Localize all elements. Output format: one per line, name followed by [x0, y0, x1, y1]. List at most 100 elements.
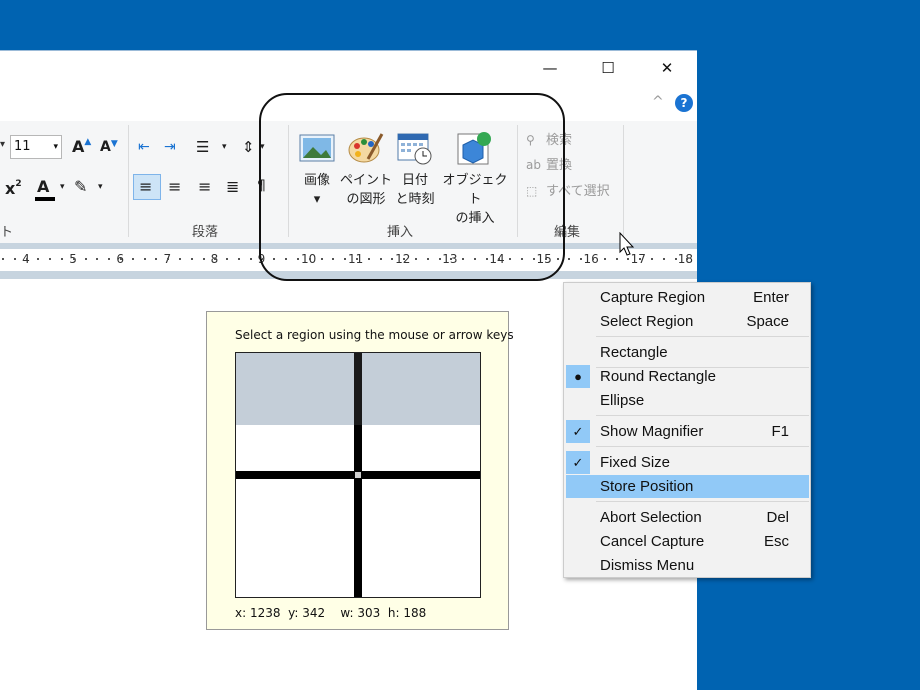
align-left-icon: ≡: [139, 177, 153, 196]
menu-item-label: Show Magnifier: [600, 423, 704, 440]
ruler-tick: [214, 258, 216, 260]
radio-dot-icon: ●: [566, 365, 590, 388]
menu-item-store-position[interactable]: Store Position: [566, 475, 809, 498]
menu-item-capture-region[interactable]: Capture Region Enter: [566, 286, 809, 309]
ruler-tick: [14, 258, 16, 260]
maximize-button[interactable]: ☐: [585, 51, 631, 87]
ruler-tick: [155, 258, 157, 260]
menu-separator: [596, 336, 809, 337]
menu-item-shortcut: Esc: [763, 533, 789, 550]
menu-item-label: Round Rectangle: [600, 368, 716, 385]
shrink-font-icon[interactable]: A▼: [100, 139, 118, 155]
font-size-select[interactable]: 11 ▾: [10, 135, 62, 159]
highlighter-icon[interactable]: ✎: [74, 177, 87, 196]
ruler-tick: [663, 258, 665, 260]
decrease-indent-icon[interactable]: ⇤: [138, 139, 150, 155]
help-icon: ?: [680, 96, 688, 110]
ruler-tick: [250, 258, 252, 260]
menu-separator: [596, 367, 809, 368]
minimize-icon: —: [542, 59, 558, 77]
menu-item-label: Fixed Size: [600, 454, 671, 471]
ruler-tick: [144, 258, 146, 260]
line-spacing-icon[interactable]: ⇕: [242, 138, 255, 156]
crosshair-vertical-top: [354, 353, 362, 425]
ruler-tick: [616, 258, 618, 260]
menu-item-label: Ellipse: [600, 392, 645, 409]
group-label-font: ト: [0, 225, 14, 240]
checkmark-icon: ✓: [566, 451, 590, 474]
ruler-tick: [37, 258, 39, 260]
menu-item-shortcut: Del: [766, 509, 789, 526]
ruler-tick: [604, 258, 606, 260]
menu-item-label: Abort Selection: [600, 509, 702, 526]
ruler-tick: [167, 258, 169, 260]
ruler-tick: [592, 258, 594, 260]
align-right-icon[interactable]: ≡: [198, 177, 211, 196]
ruler-tick: [580, 258, 582, 260]
menu-item-show-magnifier[interactable]: ✓ Show Magnifier F1: [566, 420, 809, 443]
ruler-tick: [226, 258, 228, 260]
chevron-down-icon[interactable]: ▾: [222, 142, 227, 152]
menu-item-rectangle[interactable]: Rectangle: [566, 341, 809, 364]
collapse-ribbon-button[interactable]: ^: [652, 94, 664, 110]
capture-overlay: Select a region using the mouse or arrow…: [206, 311, 514, 630]
minimize-button[interactable]: —: [527, 51, 573, 87]
superscript-icon[interactable]: x2: [5, 179, 22, 198]
ruler-tick: [132, 258, 134, 260]
bullet-list-icon[interactable]: ☰: [196, 138, 209, 156]
menu-separator: [596, 415, 809, 416]
ruler-tick: [61, 258, 63, 260]
menu-item-shortcut: F1: [771, 423, 789, 440]
font-name-dropdown-arrow[interactable]: ▾: [0, 139, 5, 150]
crosshair-center: [355, 472, 361, 478]
ruler-tick: [73, 258, 75, 260]
menu-item-label: Dismiss Menu: [600, 557, 695, 574]
menu-item-cancel-capture[interactable]: Cancel Capture Esc: [566, 530, 809, 553]
grow-font-icon[interactable]: A▲: [72, 137, 91, 156]
ruler-tick: [238, 258, 240, 260]
menu-item-ellipse[interactable]: Ellipse: [566, 389, 809, 412]
ruler-tick: [26, 258, 28, 260]
chevron-down-icon: ▾: [53, 142, 58, 152]
menu-item-label: Capture Region: [600, 289, 706, 306]
close-icon: ✕: [660, 59, 674, 77]
ruler-tick: [85, 258, 87, 260]
maximize-icon: ☐: [601, 59, 615, 77]
capture-hint: Select a region using the mouse or arrow…: [235, 328, 514, 342]
highlight-callout: [259, 93, 565, 281]
menu-item-shortcut: Enter: [753, 289, 789, 306]
ruler-tick: [49, 258, 51, 260]
group-label-paragraph: 段落: [192, 225, 219, 240]
menu-item-round-rectangle[interactable]: ● Round Rectangle: [566, 365, 809, 388]
menu-separator: [596, 446, 809, 447]
ruler-tick: [675, 258, 677, 260]
ruler-tick: [639, 258, 641, 260]
chevron-down-icon[interactable]: ▾: [60, 182, 65, 192]
mouse-cursor-icon: [619, 232, 635, 256]
menu-item-label: Rectangle: [600, 344, 668, 361]
ruler-tick: [651, 258, 653, 260]
font-color-icon[interactable]: A: [37, 177, 49, 196]
font-size-value: 11: [14, 139, 31, 154]
ruler-tick: [96, 258, 98, 260]
help-button[interactable]: ?: [675, 94, 693, 112]
ruler-tick: [568, 258, 570, 260]
menu-item-select-region[interactable]: Select Region Space: [566, 310, 809, 333]
ruler-tick: [203, 258, 205, 260]
menu-item-shortcut: Space: [746, 313, 789, 330]
increase-indent-icon[interactable]: ⇥: [164, 139, 176, 155]
selection-coordinates: x: 1238 y: 342 w: 303 h: 188: [235, 606, 427, 620]
ruler-tick: [120, 258, 122, 260]
align-center-icon[interactable]: ≡: [168, 177, 181, 196]
chevron-down-icon[interactable]: ▾: [98, 182, 103, 192]
ruler-tick: [686, 258, 688, 260]
menu-item-label: Store Position: [600, 478, 694, 495]
title-bar: — ☐ ✕: [0, 51, 697, 89]
menu-item-fixed-size[interactable]: ✓ Fixed Size: [566, 451, 809, 474]
ruler-tick: [191, 258, 193, 260]
justify-icon[interactable]: ≣: [226, 177, 239, 196]
close-button[interactable]: ✕: [644, 51, 690, 87]
menu-item-abort-selection[interactable]: Abort Selection Del: [566, 506, 809, 529]
menu-item-dismiss-menu[interactable]: Dismiss Menu: [566, 554, 809, 577]
chevron-up-icon: ^: [652, 94, 664, 110]
